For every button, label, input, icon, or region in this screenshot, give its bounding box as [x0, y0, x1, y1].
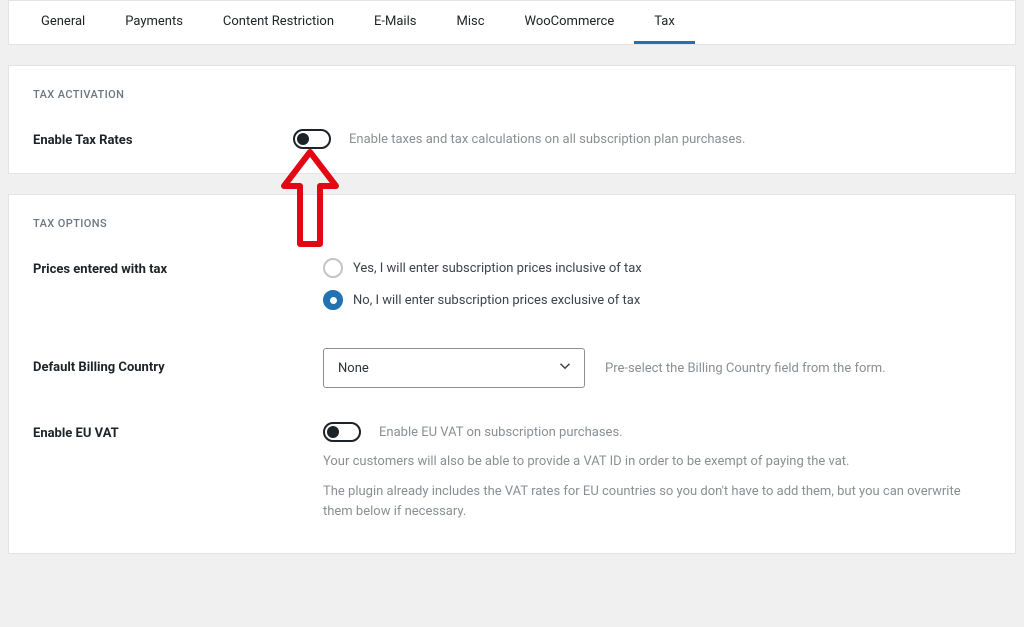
section-title: TAX ACTIVATION: [33, 88, 991, 101]
enable-eu-vat-note-1: Your customers will also be able to prov…: [323, 452, 991, 472]
default-billing-country-label: Default Billing Country: [33, 348, 323, 375]
tax-options-section: TAX OPTIONS Prices entered with tax Yes,…: [8, 194, 1016, 553]
enable-eu-vat-label: Enable EU VAT: [33, 422, 323, 441]
tab-tax[interactable]: Tax: [634, 1, 695, 44]
prices-tax-label: Prices entered with tax: [33, 258, 323, 277]
enable-eu-vat-help: Enable EU VAT on subscription purchases.: [379, 425, 623, 440]
tab-emails[interactable]: E-Mails: [354, 1, 436, 44]
enable-eu-vat-toggle[interactable]: [323, 422, 361, 442]
tab-payments[interactable]: Payments: [105, 1, 203, 44]
select-value: None: [338, 361, 369, 376]
chevron-down-icon: [556, 357, 574, 379]
tab-woocommerce[interactable]: WooCommerce: [505, 1, 635, 44]
default-billing-country-help: Pre-select the Billing Country field fro…: [605, 361, 886, 376]
tab-general[interactable]: General: [21, 1, 105, 44]
tab-content-restriction[interactable]: Content Restriction: [203, 1, 354, 44]
enable-eu-vat-note-2: The plugin already includes the VAT rate…: [323, 482, 991, 522]
tax-activation-section: TAX ACTIVATION Enable Tax Rates Enable t…: [8, 65, 1016, 174]
radio-icon: [323, 290, 343, 310]
radio-label: Yes, I will enter subscription prices in…: [353, 261, 642, 276]
prices-tax-option-inclusive[interactable]: Yes, I will enter subscription prices in…: [323, 258, 991, 278]
enable-tax-rates-toggle[interactable]: [293, 129, 331, 149]
radio-icon: [323, 258, 343, 278]
prices-tax-option-exclusive[interactable]: No, I will enter subscription prices exc…: [323, 290, 991, 310]
section-title: TAX OPTIONS: [33, 217, 991, 230]
default-billing-country-select[interactable]: None: [323, 348, 585, 388]
enable-tax-rates-help: Enable taxes and tax calculations on all…: [349, 132, 745, 147]
tabs: General Payments Content Restriction E-M…: [9, 1, 1015, 44]
radio-label: No, I will enter subscription prices exc…: [353, 293, 640, 308]
enable-tax-rates-label: Enable Tax Rates: [33, 129, 293, 148]
tab-misc[interactable]: Misc: [436, 1, 504, 44]
